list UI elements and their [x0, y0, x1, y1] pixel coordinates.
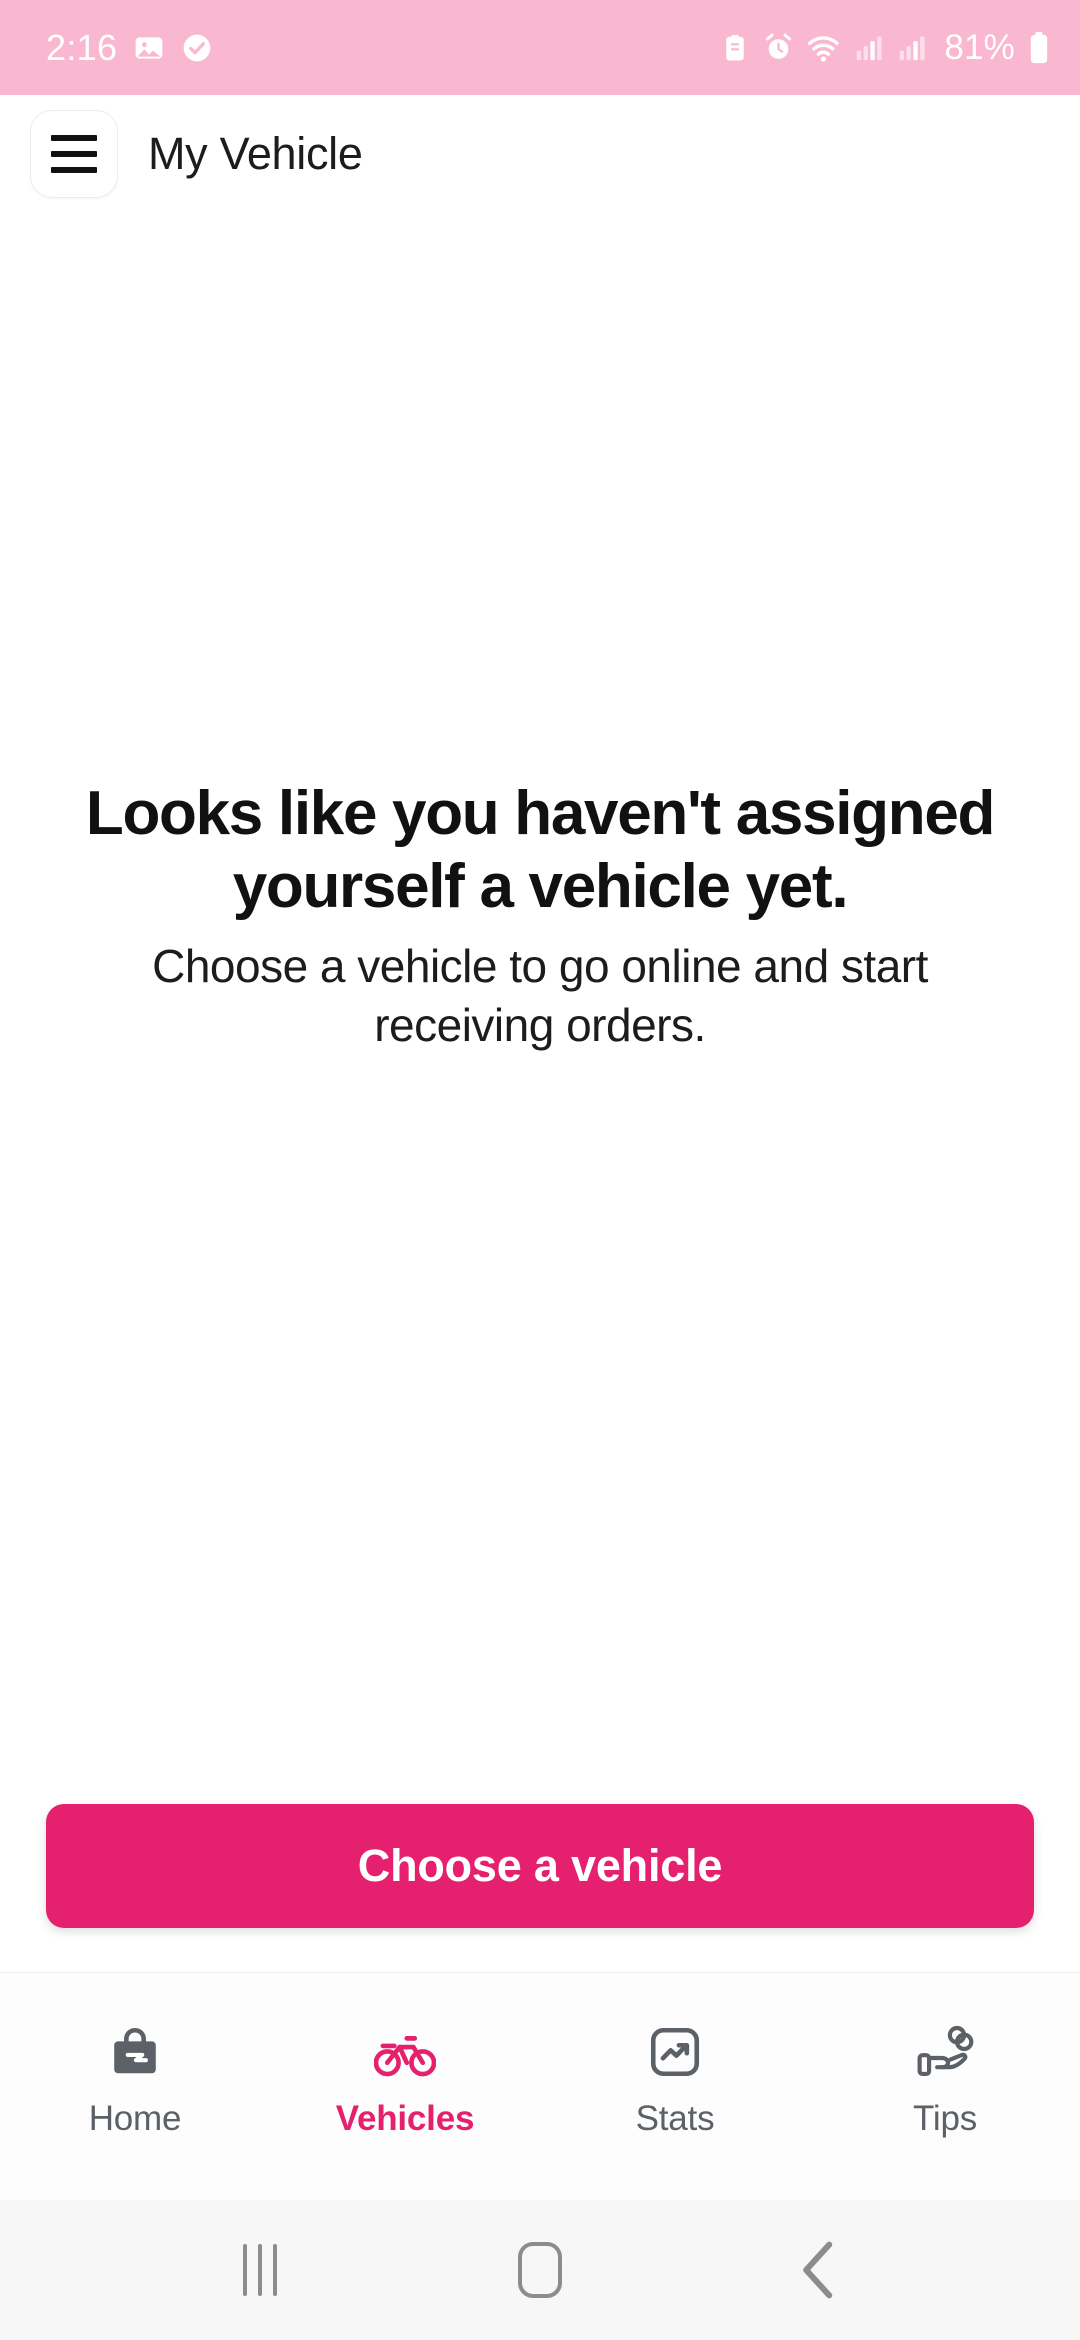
page-title: My Vehicle — [148, 128, 363, 179]
home-icon[interactable] — [485, 2215, 595, 2325]
menu-bar-3 — [51, 167, 97, 173]
bicycle-icon — [374, 2019, 436, 2081]
battery-percent-label: 81% — [944, 27, 1015, 67]
back-icon[interactable] — [765, 2215, 875, 2325]
tab-tips[interactable]: Tips — [810, 2019, 1080, 2139]
main-content: Looks like you haven't assigned yourself… — [0, 213, 1080, 1804]
tab-label-tips: Tips — [912, 2099, 978, 2138]
tab-stats[interactable]: Stats — [540, 2019, 810, 2139]
tab-label-vehicles: Vehicles — [335, 2099, 475, 2138]
menu-bar-1 — [51, 135, 97, 141]
empty-state-subtitle: Choose a vehicle to go online and start … — [152, 940, 928, 1052]
clipboard-icon — [726, 34, 745, 60]
status-bar: 2:16 81% — [0, 0, 1080, 95]
phone-screen: 2:16 81% My Vehicle Looks like you haven… — [0, 0, 1080, 2340]
status-bar-right: 81% — [720, 28, 1050, 68]
choose-a-vehicle-button[interactable]: Choose a vehicle — [46, 1804, 1034, 1928]
home-pill — [518, 2242, 562, 2298]
tab-label-stats: Stats — [635, 2099, 715, 2138]
status-bar-left: 2:16 — [46, 27, 213, 69]
wifi-icon — [808, 35, 840, 62]
photos-icon — [135, 36, 163, 59]
trending-up-icon — [646, 2019, 704, 2081]
bottom-navigation-bar: Home Vehicles Stats Tips — [0, 1972, 1080, 2200]
tab-home[interactable]: Home — [0, 2019, 270, 2139]
tab-vehicles[interactable]: Vehicles — [270, 2019, 540, 2139]
recents-icon[interactable] — [205, 2215, 315, 2325]
signal-bars-icon-2 — [900, 35, 925, 60]
hand-coins-icon — [915, 2019, 975, 2081]
signal-bars-icon-1 — [857, 35, 882, 60]
hamburger-menu-icon[interactable] — [30, 110, 118, 198]
empty-state-title: Looks like you haven't assigned yourself… — [85, 779, 995, 921]
recents-bar-1 — [243, 2244, 247, 2296]
cta-container: Choose a vehicle — [0, 1804, 1080, 1972]
recents-bar-2 — [258, 2244, 262, 2296]
android-system-navigation — [0, 2200, 1080, 2340]
empty-state: Looks like you haven't assigned yourself… — [50, 778, 1030, 1055]
shopping-bag-icon — [106, 2019, 164, 2081]
battery-icon — [1030, 31, 1048, 63]
alarm-clock-icon — [766, 33, 792, 59]
menu-bar-2 — [51, 151, 97, 157]
check-circle-icon — [183, 34, 211, 61]
status-bar-clock: 2:16 — [46, 26, 118, 68]
app-header: My Vehicle — [0, 95, 1080, 213]
recents-bar-3 — [273, 2244, 277, 2296]
tab-label-home: Home — [88, 2099, 182, 2138]
